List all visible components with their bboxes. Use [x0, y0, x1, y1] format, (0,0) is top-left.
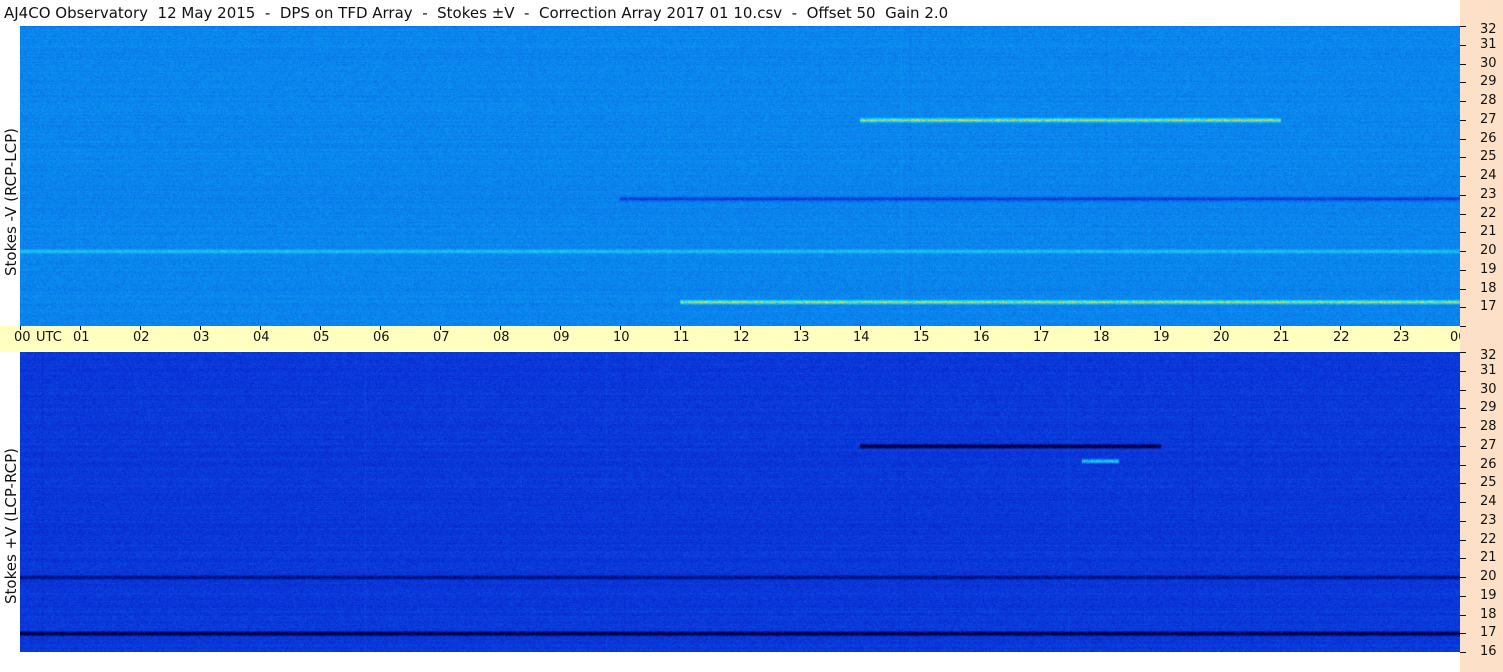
y-tick-label: 17	[1480, 625, 1497, 640]
y-tick-mark	[1460, 633, 1466, 634]
x-tick-label: 04	[253, 330, 270, 345]
x-tick-label: 18	[1093, 330, 1110, 345]
y-tick-label: 28	[1480, 419, 1497, 434]
x-tick-label: 03	[193, 330, 210, 345]
y-tick-mark	[1460, 26, 1466, 27]
y-tick-label: 30	[1480, 56, 1497, 71]
y-tick-label: 32	[1480, 22, 1497, 37]
y-tick-label: 26	[1480, 131, 1497, 146]
y-tick-mark	[1460, 120, 1466, 121]
y-tick-mark	[1460, 502, 1466, 503]
x-axis-unit-label: UTC	[36, 330, 62, 345]
y-tick-mark	[1460, 371, 1466, 372]
x-tick-label: 10	[613, 330, 630, 345]
y-tick-mark	[1460, 251, 1466, 252]
y-tick-label: 29	[1480, 74, 1497, 89]
y-tick-label: 30	[1480, 382, 1497, 397]
y-tick-mark	[1460, 64, 1466, 65]
y-tick-mark	[1460, 157, 1466, 158]
y-tick-mark	[1460, 139, 1466, 140]
y-tick-mark	[1460, 307, 1466, 308]
x-tick-label: 05	[313, 330, 330, 345]
y-tick-mark	[1460, 82, 1466, 83]
spectrogram-top	[20, 26, 1460, 326]
y-tick-mark	[1460, 540, 1466, 541]
y-tick-label: 32	[1480, 348, 1497, 363]
y-tick-label: 29	[1480, 400, 1497, 415]
y-tick-label: 21	[1480, 550, 1497, 565]
x-tick-label: 07	[433, 330, 450, 345]
x-tick-label: 12	[733, 330, 750, 345]
y-tick-mark	[1460, 652, 1466, 653]
y-tick-mark	[1460, 615, 1466, 616]
y-tick-label: 18	[1480, 281, 1497, 296]
y-tick-mark	[1460, 521, 1466, 522]
y-tick-label: 19	[1480, 588, 1497, 603]
y-label-top: Stokes -V (RCP-LCP)	[2, 128, 20, 276]
x-tick-label: 09	[553, 330, 570, 345]
spectrogram-bottom	[20, 352, 1460, 652]
y-tick-label: 20	[1480, 243, 1497, 258]
y-tick-label: 22	[1480, 206, 1497, 221]
y-label-bottom: Stokes +V (LCP-RCP)	[2, 448, 20, 604]
y-tick-label: 22	[1480, 532, 1497, 547]
y-tick-mark	[1460, 596, 1466, 597]
y-tick-mark	[1460, 352, 1466, 353]
y-tick-label: 24	[1480, 494, 1497, 509]
x-tick-label: 21	[1273, 330, 1290, 345]
x-tick-label: 17	[1033, 330, 1050, 345]
y-tick-mark	[1460, 101, 1466, 102]
x-tick-label: 01	[73, 330, 90, 345]
y-tick-label: 20	[1480, 569, 1497, 584]
y-tick-label: 17	[1480, 299, 1497, 314]
y-tick-label: 27	[1480, 112, 1497, 127]
y-tick-mark	[1460, 446, 1466, 447]
y-tick-mark	[1460, 195, 1466, 196]
y-tick-mark	[1460, 577, 1466, 578]
y-tick-mark	[1460, 427, 1466, 428]
chart-title: AJ4CO Observatory 12 May 2015 - DPS on T…	[4, 4, 949, 22]
x-tick-label: 16	[973, 330, 990, 345]
y-tick-mark	[1460, 45, 1466, 46]
y-tick-mark	[1460, 270, 1466, 271]
y-tick-label: 25	[1480, 149, 1497, 164]
y-tick-mark	[1460, 558, 1466, 559]
x-tick-label: 00	[14, 330, 31, 345]
x-tick-label: 15	[913, 330, 930, 345]
y-tick-mark	[1460, 408, 1466, 409]
y-tick-mark	[1460, 232, 1466, 233]
x-tick-label: 06	[373, 330, 390, 345]
time-axis: 00 01 02 03 04 05 06 07 08 09 10 11 12 13 14 15 16 17 18 19…	[0, 326, 1503, 352]
y-tick-label: 31	[1480, 37, 1497, 52]
y-tick-mark	[1460, 289, 1466, 290]
x-tick-label: 08	[493, 330, 510, 345]
y-tick-label: 23	[1480, 513, 1497, 528]
y-tick-mark	[1460, 326, 1466, 327]
x-tick-label: 13	[793, 330, 810, 345]
x-tick-label: 11	[673, 330, 690, 345]
x-tick-label: 23	[1393, 330, 1410, 345]
y-tick-mark	[1460, 483, 1466, 484]
y-tick-mark	[1460, 465, 1466, 466]
x-tick-label: 19	[1153, 330, 1170, 345]
y-tick-label: 23	[1480, 187, 1497, 202]
y-tick-label: 21	[1480, 224, 1497, 239]
y-tick-mark	[1460, 176, 1466, 177]
x-tick-label: 22	[1333, 330, 1350, 345]
x-tick-label: 02	[133, 330, 150, 345]
y-tick-label: 27	[1480, 438, 1497, 453]
y-tick-label: 18	[1480, 607, 1497, 622]
y-tick-label: 19	[1480, 262, 1497, 277]
x-tick-label: 20	[1213, 330, 1230, 345]
x-tick-label: 14	[853, 330, 870, 345]
y-tick-label: 31	[1480, 363, 1497, 378]
y-tick-label: 26	[1480, 457, 1497, 472]
y-tick-label: 24	[1480, 168, 1497, 183]
y-tick-label: 28	[1480, 93, 1497, 108]
y-tick-label: 16	[1480, 644, 1497, 659]
y-tick-mark	[1460, 214, 1466, 215]
y-tick-mark	[1460, 390, 1466, 391]
y-tick-label: 25	[1480, 475, 1497, 490]
